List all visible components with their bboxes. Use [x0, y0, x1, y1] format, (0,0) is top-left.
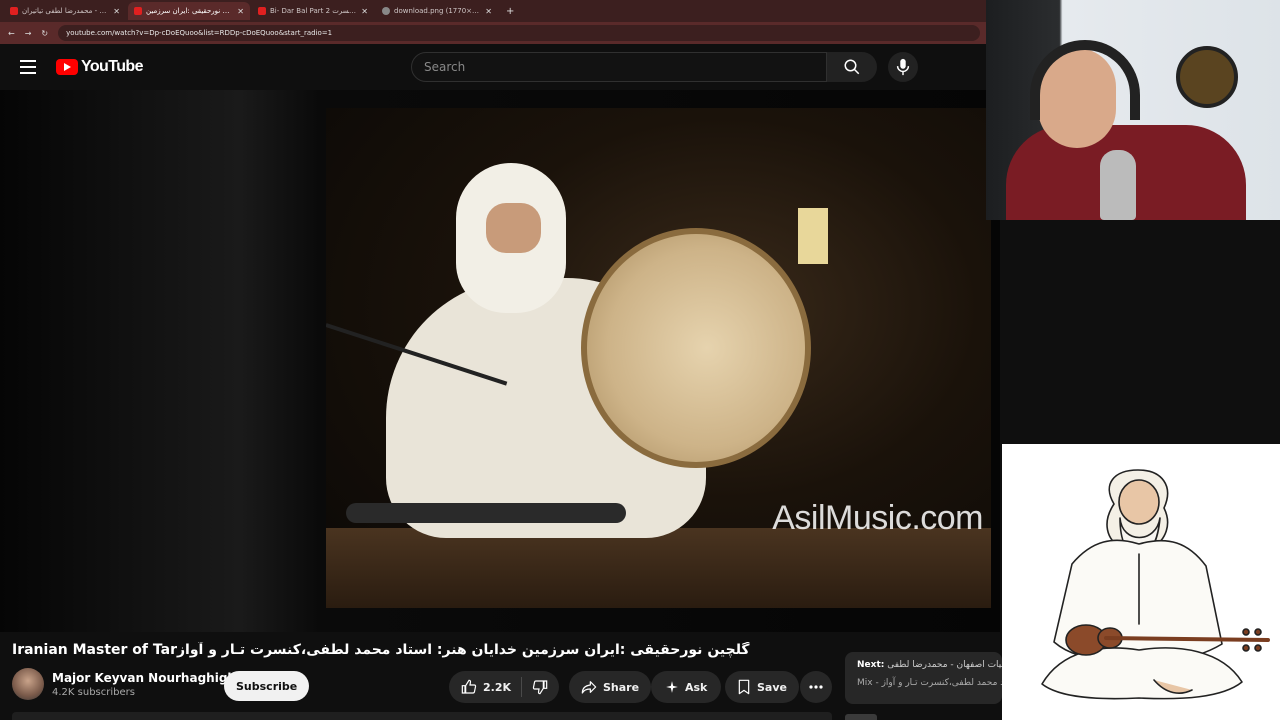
close-tab-icon[interactable]: ✕	[361, 7, 368, 16]
youtube-play-logo-icon	[56, 59, 78, 75]
share-button[interactable]: Share	[569, 671, 652, 703]
youtube-favicon-icon	[10, 7, 18, 15]
share-icon	[581, 681, 597, 694]
new-tab-button[interactable]: +	[500, 6, 520, 17]
screen: محمدرضا لطفی تیاتیران - YouTube ✕ گلچین …	[0, 0, 1280, 720]
tab-title: محمدرضا لطفی تیاتیران - YouTube	[22, 7, 109, 15]
address-bar-row: ← → ↻ youtube.com/watch?v=Dp-cDoEQuoo&li…	[0, 22, 986, 44]
hamburger-menu-icon[interactable]	[20, 60, 36, 74]
channel-avatar[interactable]	[12, 668, 44, 700]
youtube-favicon-icon	[258, 7, 266, 15]
stage-floor	[326, 528, 991, 608]
channel-text: Major Keyvan Nourhaghighi 4.2K subscribe…	[52, 671, 240, 698]
subscriber-count: 4.2K subscribers	[52, 686, 135, 698]
like-button[interactable]: 2.2K	[449, 677, 523, 697]
forward-arrow-icon[interactable]: →	[25, 29, 32, 38]
channel-name[interactable]: Major Keyvan Nourhaghighi	[52, 671, 240, 685]
close-tab-icon[interactable]: ✕	[113, 7, 120, 16]
video-title: Iranian Master of Tarگلچین نورحقیقی :ایر…	[12, 642, 750, 658]
browser-tab-active[interactable]: گلچین نورحقیقی :ایران سرزمین ✕	[128, 2, 250, 20]
url-field[interactable]: youtube.com/watch?v=Dp-cDoEQuoo&list=RDD…	[58, 25, 980, 41]
ask-label: Ask	[685, 680, 708, 694]
next-video-card[interactable]: Next: بیات اصفهان - محمدرضا لطفی Mix - ا…	[845, 652, 1002, 704]
wall-clock	[1176, 46, 1238, 108]
save-button[interactable]: Save	[725, 671, 799, 703]
background-lamp	[798, 208, 828, 264]
like-count: 2.2K	[483, 680, 512, 694]
next-subtitle: Mix - استاد محمد لطفی،کنسرت تـار و آواز	[857, 678, 1002, 688]
back-arrow-icon[interactable]: ←	[8, 29, 15, 38]
youtube-logo[interactable]: YouTube	[56, 58, 143, 76]
like-dislike-group: 2.2K	[449, 671, 559, 703]
close-tab-icon[interactable]: ✕	[237, 7, 244, 16]
browser-tab-bar: محمدرضا لطفی تیاتیران - YouTube ✕ گلچین …	[0, 0, 986, 22]
ask-button[interactable]: Ask	[651, 671, 722, 703]
tab-title: گلچین نورحقیقی :ایران سرزمین	[146, 7, 234, 15]
bookmark-icon	[738, 679, 750, 695]
voice-search-button[interactable]	[888, 52, 918, 82]
musician-face	[486, 203, 541, 253]
close-tab-icon[interactable]: ✕	[485, 7, 492, 16]
thumbs-up-icon	[461, 679, 477, 694]
frame-drum	[581, 228, 811, 468]
more-actions-button[interactable]	[800, 671, 832, 703]
browser-tab[interactable]: Bi- Dar Bal Part 2 شکست شور کنسرت ✕	[252, 2, 374, 20]
share-label: Share	[603, 680, 640, 694]
next-title: بیات اصفهان - محمدرضا لطفی	[887, 660, 1002, 670]
channel-info[interactable]: Major Keyvan Nourhaghighi 4.2K subscribe…	[12, 668, 240, 700]
tab-title: Bi- Dar Bal Part 2 شکست شور کنسرت	[270, 7, 357, 15]
next-title-row: Next: بیات اصفهان - محمدرضا لطفی	[857, 660, 1002, 670]
sparkle-icon	[666, 681, 678, 693]
webcam-overlay	[986, 0, 1280, 220]
dislike-button[interactable]	[522, 679, 558, 695]
seated-musician-drawing	[1041, 469, 1270, 700]
subscribe-button[interactable]: Subscribe	[224, 671, 310, 701]
description-box-edge	[12, 712, 832, 720]
video-watermark: AsilMusic.com	[772, 499, 983, 537]
youtube-wordmark: YouTube	[81, 58, 143, 75]
globe-favicon-icon	[382, 7, 390, 15]
tar-instrument	[346, 503, 626, 523]
browser-tab[interactable]: محمدرضا لطفی تیاتیران - YouTube ✕	[4, 2, 126, 20]
video-frame: AsilMusic.com	[326, 108, 991, 608]
search-icon	[844, 59, 860, 75]
url-text: youtube.com/watch?v=Dp-cDoEQuoo&list=RDD…	[66, 29, 333, 37]
search-box[interactable]	[411, 52, 827, 82]
next-label: Next:	[857, 660, 885, 670]
studio-microphone	[1100, 150, 1136, 220]
microphone-icon	[896, 58, 910, 76]
reload-icon[interactable]: ↻	[41, 29, 48, 38]
illustration-overlay	[1002, 444, 1280, 720]
thumbs-down-icon	[532, 680, 548, 695]
tab-title: download.png (1770×597)	[394, 7, 482, 15]
youtube-favicon-icon	[134, 7, 142, 15]
search-input[interactable]	[424, 60, 826, 74]
save-label: Save	[757, 680, 787, 694]
youtube-header: YouTube	[0, 44, 986, 90]
browser-tab[interactable]: download.png (1770×597) ✕	[376, 2, 498, 20]
video-player[interactable]: AsilMusic.com	[0, 90, 1000, 632]
chip-edge	[845, 714, 877, 720]
search-button[interactable]	[827, 52, 877, 82]
more-dots-icon	[809, 685, 823, 689]
